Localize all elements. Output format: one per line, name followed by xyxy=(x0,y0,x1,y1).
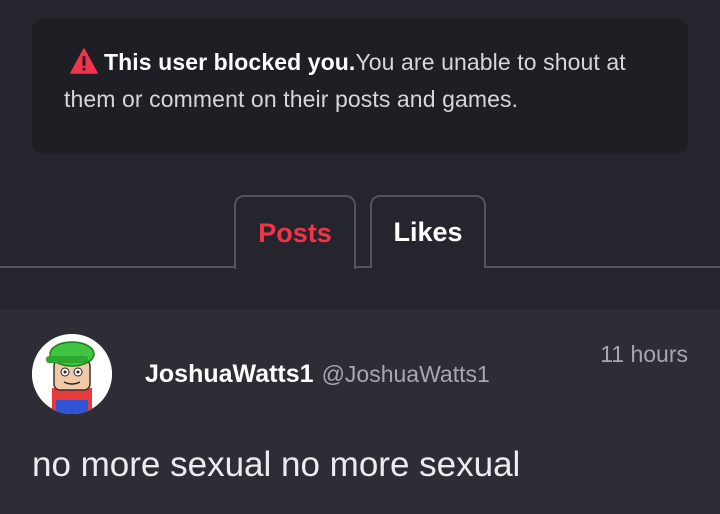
blocked-notice: This user blocked you.You are unable to … xyxy=(32,18,688,154)
tab-posts-label: Posts xyxy=(258,217,332,248)
profile-page: This user blocked you.You are unable to … xyxy=(0,0,720,514)
tab-likes-label: Likes xyxy=(393,217,463,247)
blocked-notice-title: This user blocked you. xyxy=(104,49,356,75)
post-username[interactable]: JoshuaWatts1 xyxy=(145,360,314,388)
post-card[interactable]: JoshuaWatts1 @JoshuaWatts1 11 hours no mo… xyxy=(0,310,720,514)
avatar-image xyxy=(32,334,112,414)
tab-likes[interactable]: Likes xyxy=(370,195,486,268)
post-author[interactable]: JoshuaWatts1 @JoshuaWatts1 xyxy=(145,360,490,389)
post-timestamp: 11 hours xyxy=(600,341,688,367)
tabs-divider xyxy=(0,266,720,268)
tab-posts[interactable]: Posts xyxy=(234,195,356,269)
avatar[interactable] xyxy=(32,334,112,414)
warning-icon xyxy=(70,48,98,74)
post-handle: @JoshuaWatts1 xyxy=(321,361,490,387)
post-content: no more sexual no more sexual xyxy=(32,445,521,484)
